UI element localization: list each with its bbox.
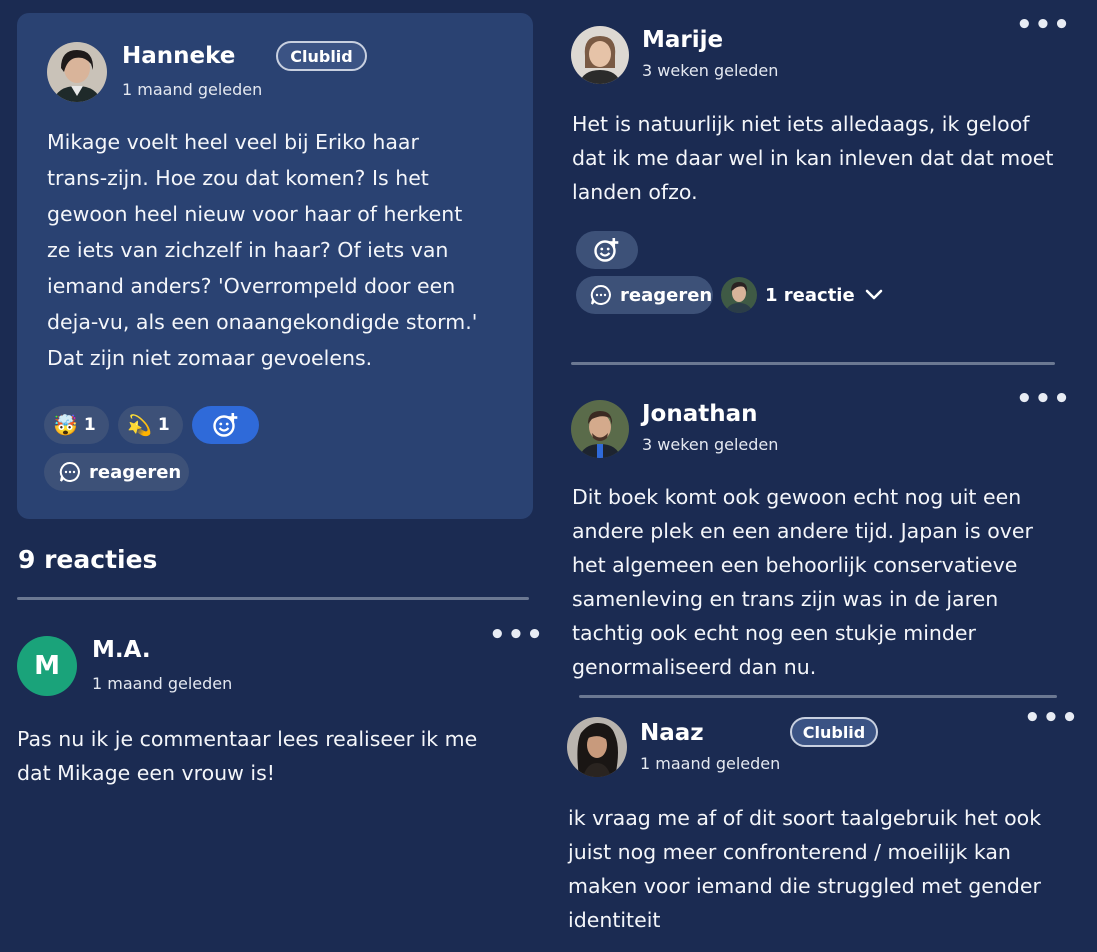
comment-body: Pas nu ik je commentaar lees realiseer i… bbox=[17, 727, 478, 785]
clublid-badge: Clublid bbox=[276, 41, 367, 71]
avatar-naaz[interactable] bbox=[567, 717, 627, 777]
comment-author[interactable]: Marije bbox=[642, 27, 723, 53]
divider bbox=[17, 597, 529, 600]
replies-toggle[interactable]: 1 reactie bbox=[721, 276, 883, 314]
post-card: Hanneke Clublid 1 maand geleden Mikage v… bbox=[17, 13, 533, 519]
reply-button[interactable]: reageren bbox=[44, 453, 189, 491]
comment-author[interactable]: Jonathan bbox=[642, 401, 758, 427]
more-options-icon[interactable]: ••• bbox=[1016, 386, 1072, 412]
post-timestamp: 1 maand geleden bbox=[122, 80, 263, 99]
avatar-hanneke[interactable] bbox=[47, 42, 107, 102]
avatar-marije[interactable] bbox=[571, 26, 629, 84]
add-emoji-icon bbox=[212, 413, 237, 437]
post-author[interactable]: Hanneke bbox=[122, 43, 235, 69]
chevron-down-icon bbox=[865, 289, 882, 300]
add-reaction-button[interactable] bbox=[192, 406, 259, 444]
reaction-count: 1 bbox=[157, 415, 170, 435]
clublid-badge: Clublid bbox=[790, 717, 878, 747]
reply-avatar bbox=[721, 277, 757, 313]
add-emoji-icon bbox=[594, 238, 619, 262]
divider bbox=[571, 362, 1055, 365]
avatar-letter: M bbox=[34, 651, 60, 681]
more-options-icon[interactable]: ••• bbox=[489, 622, 545, 648]
reaction-mind-blown[interactable]: 🤯 1 bbox=[44, 406, 109, 444]
dizzy-emoji: 💫 bbox=[127, 413, 152, 437]
comment-body: Dit boek komt ook gewoon echt nog uit ee… bbox=[572, 485, 1033, 679]
comment-timestamp: 1 maand geleden bbox=[640, 754, 781, 773]
comment-timestamp: 3 weken geleden bbox=[642, 61, 779, 80]
add-reaction-button[interactable] bbox=[576, 231, 638, 269]
post-body: Mikage voelt heel veel bij Eriko haar tr… bbox=[47, 130, 478, 370]
comment-timestamp: 1 maand geleden bbox=[92, 674, 233, 693]
reply-button[interactable]: reageren bbox=[576, 276, 713, 314]
speech-bubble-icon bbox=[590, 284, 611, 305]
mind-blown-emoji: 🤯 bbox=[53, 413, 78, 437]
comment-body: ik vraag me af of dit soort taalgebruik … bbox=[568, 806, 1042, 932]
reaction-count: 1 bbox=[83, 415, 96, 435]
avatar-jonathan[interactable] bbox=[571, 400, 629, 458]
comment-author[interactable]: Naaz bbox=[640, 720, 704, 746]
avatar-ma[interactable]: M bbox=[17, 636, 77, 696]
replies-count: 1 reactie bbox=[765, 284, 855, 306]
comments-heading: 9 reacties bbox=[18, 545, 158, 574]
speech-bubble-icon bbox=[59, 461, 80, 482]
divider bbox=[579, 695, 1057, 698]
comment-body: Het is natuurlijk niet iets alledaags, i… bbox=[572, 112, 1054, 204]
reply-label: reageren bbox=[620, 284, 713, 306]
comment-author[interactable]: M.A. bbox=[92, 637, 151, 663]
more-options-icon[interactable]: ••• bbox=[1016, 12, 1072, 38]
reply-label: reageren bbox=[89, 461, 182, 483]
comment-timestamp: 3 weken geleden bbox=[642, 435, 779, 454]
reaction-dizzy[interactable]: 💫 1 bbox=[118, 406, 183, 444]
more-options-icon[interactable]: ••• bbox=[1024, 705, 1080, 731]
